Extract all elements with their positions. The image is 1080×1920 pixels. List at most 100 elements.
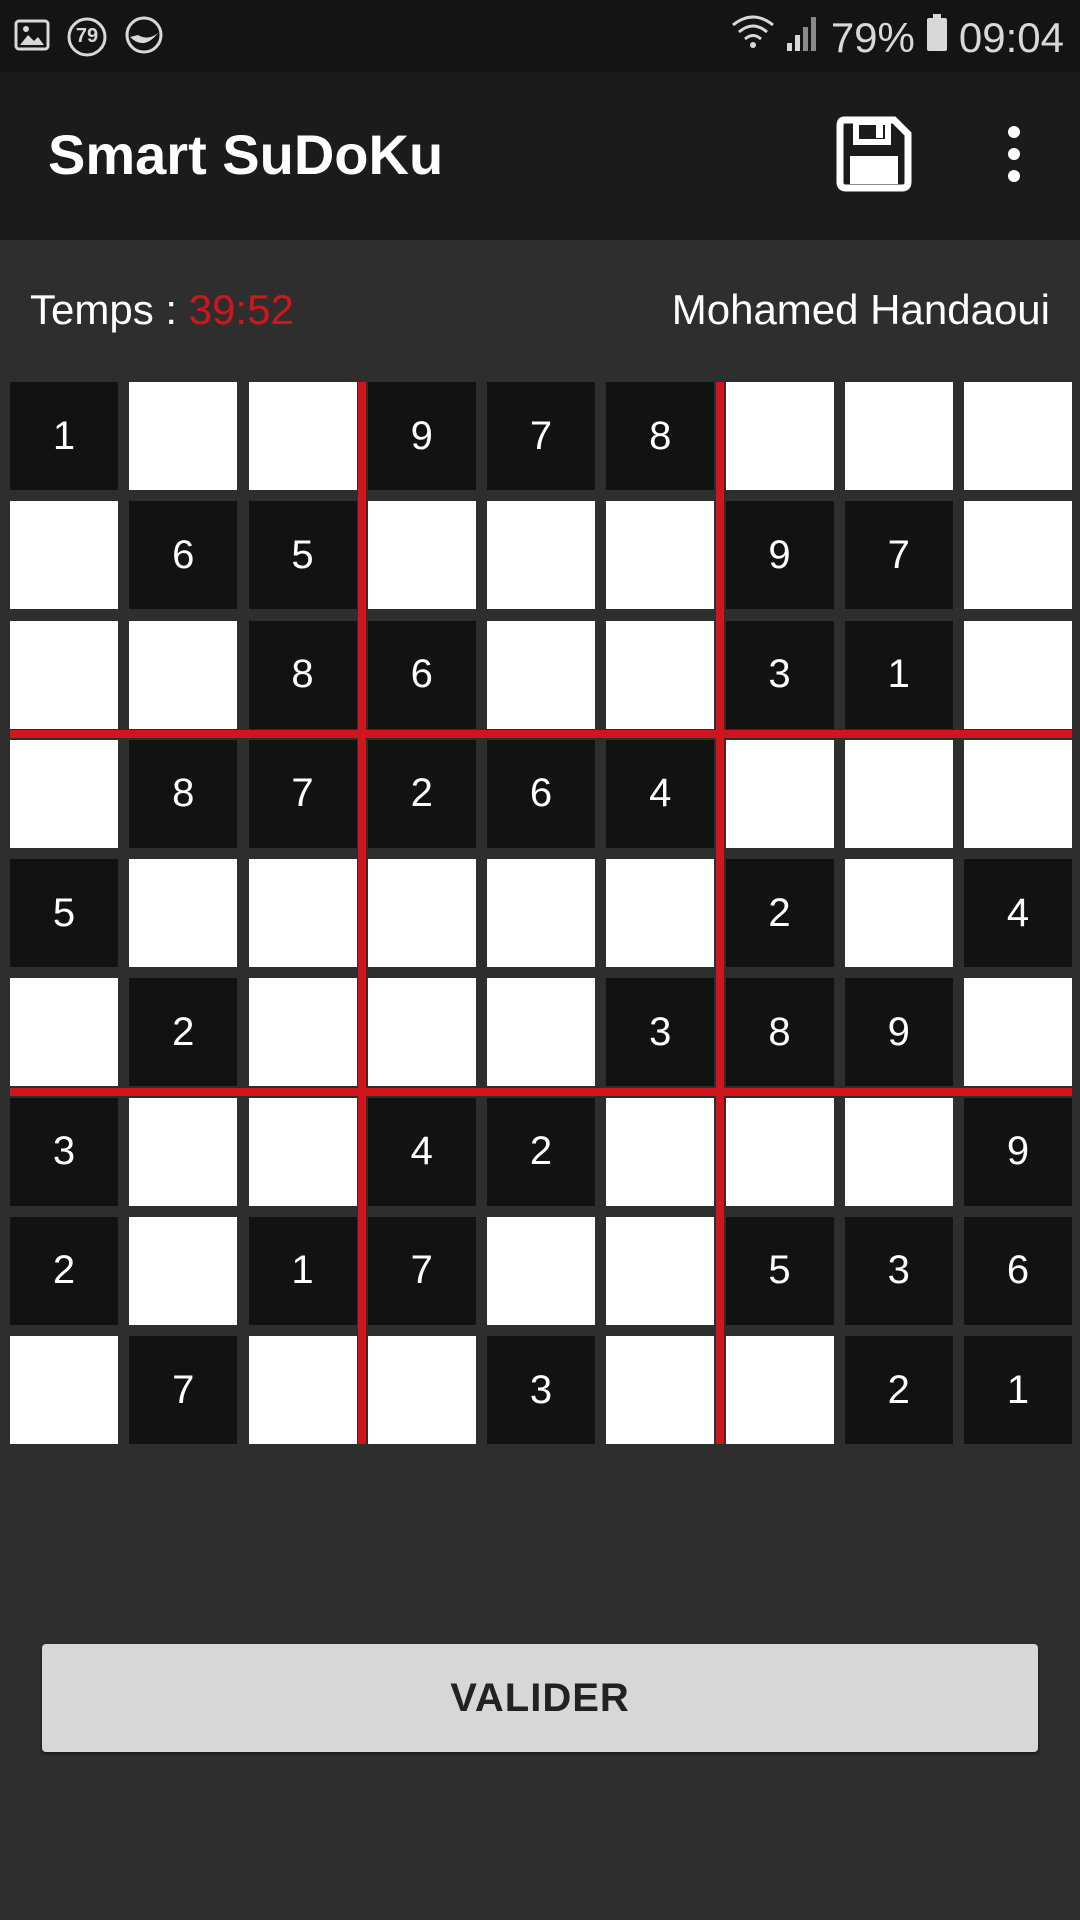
sudoku-cell[interactable] [964,501,1072,610]
sudoku-cell[interactable] [606,620,715,729]
sudoku-cell[interactable] [487,978,595,1087]
sudoku-cell[interactable] [964,620,1072,729]
sudoku-cell: 9 [964,1097,1072,1206]
wifi-icon [731,13,775,63]
sudoku-cell[interactable] [10,620,118,729]
sudoku-cell: 3 [606,978,715,1087]
more-vert-icon [996,126,1032,188]
sudoku-cell: 7 [367,1216,476,1325]
sudoku-cell: 9 [367,382,476,490]
sudoku-cell[interactable] [10,501,118,610]
sudoku-cell[interactable] [964,382,1072,490]
sudoku-cell[interactable] [725,1097,834,1206]
sudoku-cell: 2 [367,739,476,848]
sudoku-cell[interactable] [248,978,357,1087]
sudoku-cell[interactable] [964,978,1072,1087]
sudoku-cell[interactable] [487,859,595,967]
floppy-disk-icon [836,116,912,196]
sudoku-cell[interactable] [248,859,357,967]
app-bar: Smart SuDoKu [0,72,1080,240]
sudoku-cell: 1 [964,1336,1072,1444]
sudoku-cell[interactable] [487,501,595,610]
box-separator-horizontal [10,730,1072,739]
sudoku-cell[interactable] [606,859,715,967]
overflow-menu-button[interactable] [996,124,1032,184]
sudoku-cell: 5 [10,859,118,967]
sudoku-cell[interactable] [725,1336,834,1444]
save-button[interactable] [836,116,912,192]
sudoku-cell: 3 [725,620,834,729]
sudoku-cell: 2 [844,1336,953,1444]
sudoku-cell[interactable] [367,1336,476,1444]
battery-icon [925,13,949,63]
notification-badge-count: 79 [75,25,99,47]
sudoku-cell: 1 [248,1216,357,1325]
status-clock: 09:04 [958,14,1064,61]
sudoku-cell: 7 [129,1336,238,1444]
sudoku-cell: 6 [964,1216,1072,1325]
sudoku-cell[interactable] [725,739,834,848]
sudoku-cell[interactable] [606,1336,715,1444]
sudoku-cell[interactable] [10,978,118,1087]
sudoku-cell: 4 [367,1097,476,1206]
sudoku-cell: 6 [487,739,595,848]
sudoku-cell[interactable] [129,620,238,729]
sudoku-cell[interactable] [10,739,118,848]
status-system: 79% 09:04 [731,10,1064,66]
sudoku-cell: 8 [248,620,357,729]
sudoku-cell: 2 [129,978,238,1087]
sudoku-cell[interactable] [844,382,953,490]
sudoku-cell[interactable] [964,739,1072,848]
sudoku-cell[interactable] [10,1336,118,1444]
sudoku-cell[interactable] [844,739,953,848]
sudoku-cell[interactable] [487,1216,595,1325]
sudoku-cell[interactable] [129,382,238,490]
box-separator-vertical [715,382,724,1444]
sudoku-cell[interactable] [367,859,476,967]
sudoku-cell[interactable] [129,1097,238,1206]
sudoku-cell: 2 [487,1097,595,1206]
sudoku-cell: 2 [725,859,834,967]
sudoku-cell[interactable] [248,1097,357,1206]
sudoku-cell[interactable] [248,1336,357,1444]
timer-label: Temps : [30,286,189,333]
sudoku-cell[interactable] [606,1097,715,1206]
box-separator-horizontal [10,1087,1072,1096]
app-title: Smart SuDoKu [48,123,444,186]
sudoku-cell[interactable] [129,859,238,967]
info-row: Temps : 39:52 Mohamed Handaoui [0,280,1080,350]
sudoku-cell[interactable] [725,382,834,490]
battery-percent: 79% [830,14,915,61]
sudoku-cell: 7 [248,739,357,848]
sudoku-cell: 7 [487,382,595,490]
signal-icon [785,13,821,63]
sudoku-cell[interactable] [129,1216,238,1325]
sudoku-cell[interactable] [844,1097,953,1206]
sudoku-cell: 2 [10,1216,118,1325]
sudoku-cell[interactable] [248,382,357,490]
sudoku-cell: 8 [725,978,834,1087]
sudoku-cell: 4 [606,739,715,848]
sudoku-cell: 8 [606,382,715,490]
status-notifications: 79 [14,16,164,58]
notification-badge-icon: 79 [66,16,108,58]
sudoku-cell: 5 [725,1216,834,1325]
sudoku-cell: 3 [844,1216,953,1325]
box-separator-vertical [358,382,367,1444]
sudoku-cell: 9 [844,978,953,1087]
sudoku-cell: 3 [487,1336,595,1444]
sudoku-cell[interactable] [606,1216,715,1325]
status-bar: 79 79% 09:04 [0,0,1080,72]
sudoku-cell[interactable] [367,978,476,1087]
timer: Temps : 39:52 [30,286,294,334]
player-name: Mohamed Handaoui [671,286,1050,333]
sudoku-cell[interactable] [487,620,595,729]
sudoku-cell[interactable] [844,859,953,967]
sudoku-cell: 4 [964,859,1072,967]
sudoku-cell: 7 [844,501,953,610]
sudoku-cell[interactable] [606,501,715,610]
validate-button[interactable]: VALIDER [42,1644,1038,1752]
sudoku-cell: 5 [248,501,357,610]
sudoku-cell: 8 [129,739,238,848]
sudoku-cell[interactable] [367,501,476,610]
